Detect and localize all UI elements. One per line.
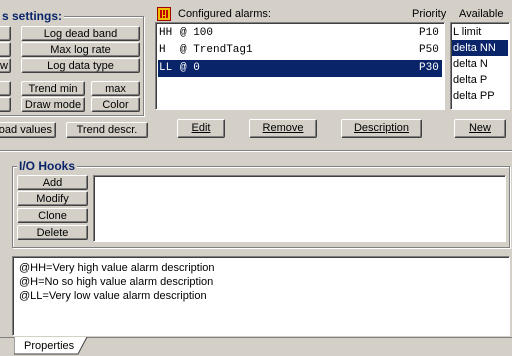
- add-hook-button[interactable]: Add: [17, 175, 88, 190]
- alarm-expression: @ 100: [180, 27, 214, 39]
- tab-properties-label: Properties: [24, 340, 75, 352]
- io-hooks-list[interactable]: [93, 175, 506, 242]
- settings-group-title: s settings:: [0, 9, 65, 23]
- alarm-priority: P30: [419, 62, 439, 74]
- available-item[interactable]: delta N: [452, 56, 508, 72]
- trend-min-button[interactable]: Trend min: [21, 81, 85, 96]
- new-alarm-button[interactable]: New: [454, 119, 506, 138]
- alarm-priority: P10: [419, 27, 439, 39]
- description-line: @HH=Very high value alarm description: [19, 262, 215, 274]
- alarm-priority: P50: [419, 44, 439, 56]
- settings-left-button-3[interactable]: w: [0, 58, 11, 73]
- log-dead-band-button[interactable]: Log dead band: [21, 26, 140, 41]
- priority-header: Priority: [412, 8, 447, 20]
- alarm-name: HH: [159, 27, 173, 39]
- alarm-description-textarea[interactable]: @HH=Very high value alarm description @H…: [12, 256, 510, 336]
- max-log-rate-button[interactable]: Max log rate: [21, 42, 140, 57]
- alarm-expression: @ 0: [180, 62, 200, 74]
- delete-hook-button[interactable]: Delete: [17, 225, 88, 240]
- alarm-icon: [157, 7, 171, 21]
- alarm-expression: @ TrendTag1: [180, 44, 253, 56]
- load-values-button[interactable]: oad values: [0, 122, 56, 138]
- available-item[interactable]: L limit: [452, 24, 508, 40]
- color-button[interactable]: Color: [91, 97, 140, 112]
- section-divider: [0, 150, 512, 152]
- trend-max-button[interactable]: max: [91, 81, 140, 96]
- settings-left-button-4[interactable]: [0, 81, 11, 96]
- log-data-type-button[interactable]: Log data type: [21, 58, 140, 73]
- io-hooks-title: I/O Hooks: [17, 159, 78, 173]
- trend-descr-button[interactable]: Trend descr.: [66, 122, 148, 138]
- available-item-selected[interactable]: delta NN: [452, 40, 508, 56]
- alarm-name: LL: [159, 62, 173, 74]
- configured-alarms-list[interactable]: HH @ 100 P10 H @ TrendTag1 P50 LL @ 0 P3…: [155, 22, 445, 110]
- alarm-row-selected[interactable]: LL @ 0 P30: [158, 60, 442, 77]
- clone-hook-button[interactable]: Clone: [17, 208, 88, 223]
- alarm-row[interactable]: H @ TrendTag1 P50: [158, 42, 442, 59]
- configured-alarms-label: Configured alarms:: [178, 8, 271, 20]
- alarm-name: H: [159, 44, 166, 56]
- available-header: Available: [459, 8, 504, 20]
- draw-mode-button[interactable]: Draw mode: [21, 97, 85, 112]
- description-button[interactable]: Description: [341, 119, 422, 138]
- tab-properties[interactable]: Properties: [14, 337, 88, 355]
- available-alarms-list[interactable]: L limit delta NN delta N delta P delta P…: [450, 22, 510, 110]
- description-line: @LL=Very low value alarm description: [19, 290, 207, 302]
- remove-alarm-button[interactable]: Remove: [249, 119, 317, 138]
- settings-left-button-2[interactable]: [0, 42, 11, 57]
- settings-left-button-1[interactable]: [0, 26, 11, 41]
- alarm-row[interactable]: HH @ 100 P10: [158, 25, 442, 42]
- modify-hook-button[interactable]: Modify: [17, 191, 88, 206]
- available-item[interactable]: delta PP: [452, 88, 508, 104]
- settings-left-button-5[interactable]: [0, 97, 11, 112]
- description-line: @H=No so high value alarm description: [19, 276, 214, 288]
- available-item[interactable]: delta P: [452, 72, 508, 88]
- edit-alarm-button[interactable]: Edit: [177, 119, 225, 138]
